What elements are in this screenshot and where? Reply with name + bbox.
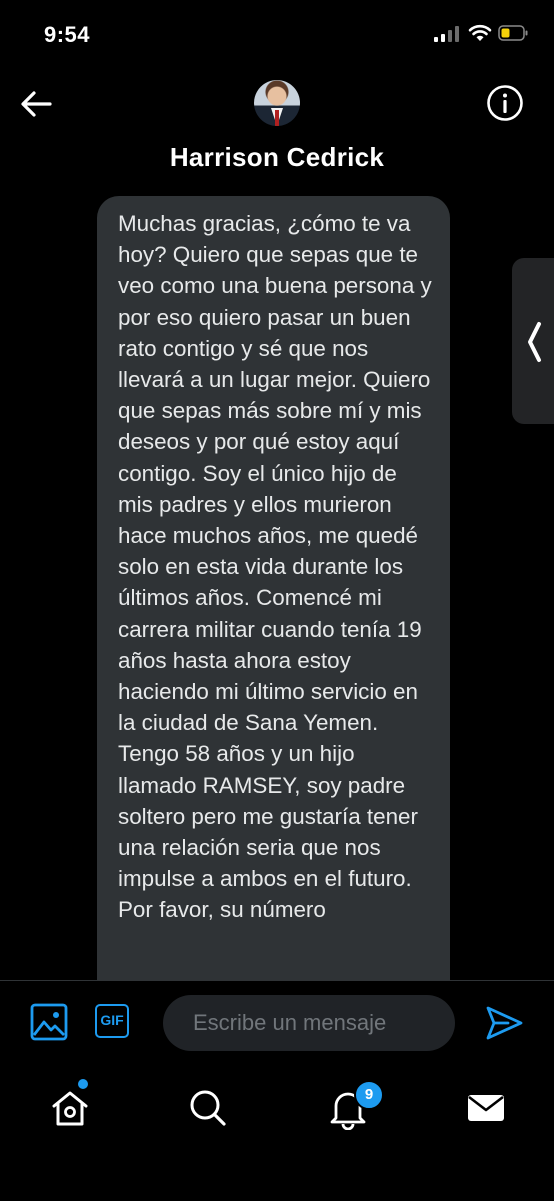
gif-button[interactable]: GIF [95, 1004, 129, 1038]
battery-icon [498, 25, 528, 41]
contact-name[interactable]: Harrison Cedrick [0, 142, 554, 173]
home-icon[interactable] [48, 1086, 92, 1130]
mail-icon[interactable] [464, 1086, 508, 1130]
image-icon[interactable] [30, 1003, 68, 1041]
chevron-left-icon [528, 322, 541, 362]
info-icon[interactable] [486, 84, 524, 122]
message-input[interactable] [163, 995, 455, 1051]
wifi-icon [468, 24, 492, 41]
cellular-signal-icon [434, 26, 459, 42]
search-icon[interactable] [186, 1086, 230, 1130]
status-time: 9:54 [44, 22, 91, 47]
notifications-badge: 9 [354, 1080, 384, 1110]
back-arrow-icon[interactable] [18, 86, 54, 122]
home-unread-dot [78, 1079, 88, 1089]
send-icon[interactable] [484, 1004, 524, 1042]
avatar-tie [275, 110, 279, 126]
avatar[interactable] [254, 80, 300, 126]
message-text: Muchas gracias, ¿cómo te va hoy? Quiero … [118, 211, 432, 923]
